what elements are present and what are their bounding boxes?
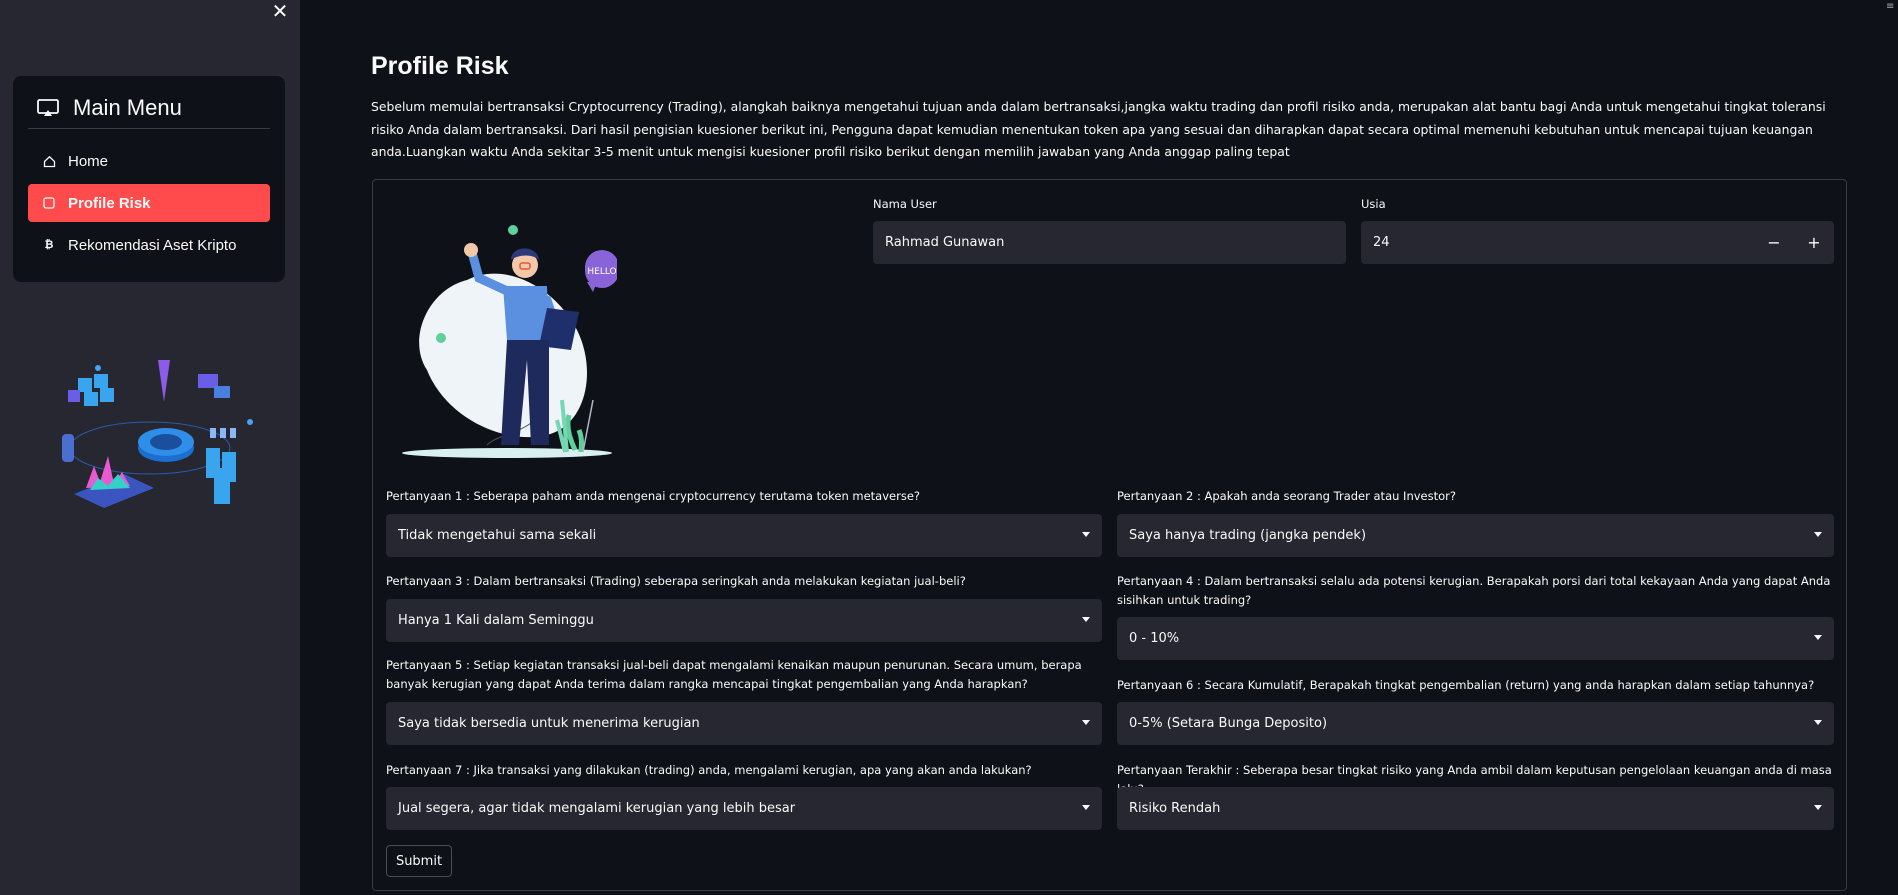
question-2-value: Saya hanya trading (jangka pendek): [1129, 528, 1367, 543]
menu-divider: [28, 128, 270, 129]
house-icon: [42, 154, 56, 168]
question-4-value: 0 - 10%: [1129, 631, 1180, 646]
age-value: 24: [1373, 235, 1390, 250]
question-4-select[interactable]: 0 - 10%: [1117, 617, 1834, 660]
question-6-value: 0-5% (Setara Bunga Deposito): [1129, 716, 1328, 731]
chevron-down-icon: [1814, 635, 1822, 640]
chevron-down-icon: [1814, 532, 1822, 537]
main-content: Profile Risk Sebelum memulai bertransaks…: [300, 0, 1898, 895]
profile-risk-form: HELLO Nama User Rahmad Gunawan Usia 24 −…: [372, 179, 1847, 891]
sidebar-item-label: Rekomendasi Aset Kripto: [68, 236, 237, 254]
chevron-down-icon: [1814, 720, 1822, 725]
sidebar-item-label: Profile Risk: [68, 194, 151, 212]
question-7-value: Jual segera, agar tidak mengalami kerugi…: [398, 801, 796, 816]
question-2-select[interactable]: Saya hanya trading (jangka pendek): [1117, 514, 1834, 557]
chevron-down-icon: [1082, 617, 1090, 622]
increment-button[interactable]: +: [1794, 221, 1834, 264]
question-1-select[interactable]: Tidak mengetahui sama sekali: [386, 514, 1102, 557]
chevron-down-icon: [1082, 720, 1090, 725]
question-3-select[interactable]: Hanya 1 Kali dalam Seminggu: [386, 599, 1102, 642]
sidebar-item-rekomendasi-aset-kripto[interactable]: ₿ Rekomendasi Aset Kripto: [28, 226, 270, 264]
decrement-button[interactable]: −: [1754, 221, 1794, 264]
hello-bubble-text: HELLO: [587, 267, 616, 277]
name-input[interactable]: Rahmad Gunawan: [873, 221, 1346, 264]
chevron-down-icon: [1082, 805, 1090, 810]
hello-character-illustration: HELLO: [402, 225, 617, 458]
question-8-value: Risiko Rendah: [1129, 801, 1221, 816]
name-value: Rahmad Gunawan: [885, 235, 1005, 250]
main-menu: Main Menu Home Profile Risk ₿ Rekomendas…: [13, 76, 285, 282]
question-1-value: Tidak mengetahui sama sekali: [398, 528, 597, 543]
age-stepper[interactable]: 24 − +: [1361, 221, 1834, 264]
sidebar-item-label: Home: [68, 152, 109, 170]
question-6-label: Pertanyaan 6 : Secara Kumulatif, Berapak…: [1117, 678, 1815, 692]
crypto-illustration: [62, 360, 253, 508]
main-menu-title: Main Menu: [73, 95, 182, 120]
question-5-value: Saya tidak bersedia untuk menerima kerug…: [398, 716, 700, 731]
question-5-label: Pertanyaan 5 : Setiap kegiatan transaksi…: [386, 658, 1082, 691]
main-menu-header: Main Menu: [37, 88, 182, 128]
question-7-label: Pertanyaan 7 : Jika transaksi yang dilak…: [386, 763, 1032, 777]
sidebar-item-home[interactable]: Home: [28, 142, 270, 180]
question-3-label: Pertanyaan 3 : Dalam bertransaksi (Tradi…: [386, 574, 966, 588]
chevron-down-icon: [1082, 532, 1090, 537]
intro-paragraph: Sebelum memulai bertransaksi Cryptocurre…: [371, 99, 1826, 159]
question-5-select[interactable]: Saya tidak bersedia untuk menerima kerug…: [386, 702, 1102, 745]
square-icon: [42, 196, 56, 210]
question-3-value: Hanya 1 Kali dalam Seminggu: [398, 613, 594, 628]
question-1-label: Pertanyaan 1 : Seberapa paham anda menge…: [386, 489, 921, 503]
close-sidebar-icon[interactable]: ✕: [270, 0, 290, 22]
question-7-select[interactable]: Jual segera, agar tidak mengalami kerugi…: [386, 787, 1102, 830]
cast-icon: [37, 99, 59, 117]
chevron-down-icon: [1814, 805, 1822, 810]
question-2-label: Pertanyaan 2 : Apakah anda seorang Trade…: [1117, 489, 1456, 503]
name-label: Nama User: [873, 197, 937, 211]
age-label: Usia: [1361, 197, 1386, 211]
question-4-label: Pertanyaan 4 : Dalam bertransaksi selalu…: [1117, 574, 1831, 607]
bitcoin-icon: ₿: [44, 239, 54, 251]
sidebar: ✕ Main Menu Home Profile Risk ₿ Rekomend…: [0, 0, 300, 895]
question-8-select[interactable]: Risiko Rendah: [1117, 787, 1834, 830]
question-6-select[interactable]: 0-5% (Setara Bunga Deposito): [1117, 702, 1834, 745]
sidebar-item-profile-risk[interactable]: Profile Risk: [28, 184, 270, 222]
submit-button[interactable]: Submit: [386, 845, 452, 877]
page-title: Profile Risk: [371, 52, 509, 80]
